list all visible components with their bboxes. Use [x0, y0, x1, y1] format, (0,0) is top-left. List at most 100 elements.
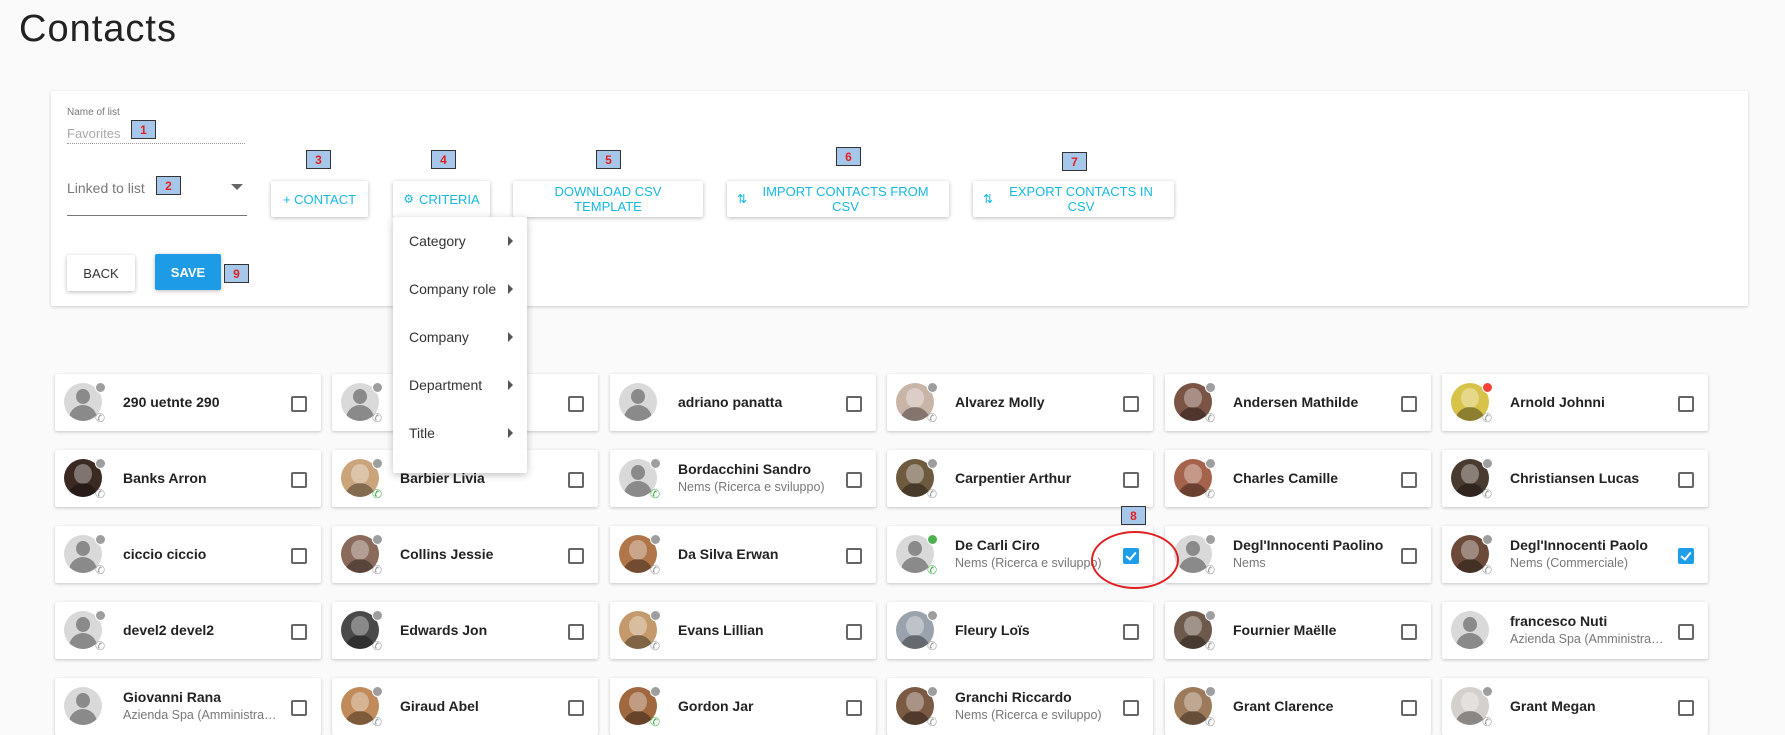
- contact-avatar: [619, 383, 657, 421]
- criteria-menu-item[interactable]: Title: [393, 409, 527, 457]
- contact-name: Grant Clarence: [1233, 698, 1334, 714]
- contact-select-checkbox[interactable]: [568, 548, 584, 564]
- contact-select-checkbox[interactable]: [291, 624, 307, 640]
- contact-avatar: [1451, 611, 1489, 649]
- contact-card[interactable]: ✆ Grant Megan: [1442, 678, 1708, 735]
- contact-card[interactable]: ✆ Evans Lillian: [610, 602, 876, 659]
- contact-card[interactable]: ✆ Charles Camille: [1165, 450, 1431, 507]
- contact-name: Carpentier Arthur: [955, 470, 1072, 486]
- contact-select-checkbox[interactable]: [846, 700, 862, 716]
- criteria-menu-item[interactable]: Company role: [393, 265, 527, 313]
- contact-card[interactable]: ✆ Fournier Maëlle: [1165, 602, 1431, 659]
- contact-card[interactable]: Giovanni Rana Azienda Spa (Amministrazion…: [55, 678, 321, 735]
- contact-select-checkbox[interactable]: [1401, 700, 1417, 716]
- contact-select-checkbox[interactable]: [1123, 624, 1139, 640]
- contact-select-checkbox[interactable]: [1678, 396, 1694, 412]
- contact-select-checkbox[interactable]: [568, 396, 584, 412]
- annotation-highlight-circle: [1091, 531, 1179, 589]
- save-button[interactable]: SAVE: [155, 254, 221, 290]
- contact-card[interactable]: ✆ Gordon Jar: [610, 678, 876, 735]
- import-contacts-button[interactable]: ⇅ IMPORT CONTACTS FROM CSV: [727, 181, 949, 217]
- contact-card[interactable]: ✆ Banks Arron: [55, 450, 321, 507]
- contact-select-checkbox[interactable]: [568, 624, 584, 640]
- export-contacts-button[interactable]: ⇅ EXPORT CONTACTS IN CSV: [973, 181, 1174, 217]
- contact-card[interactable]: ✆ Giraud Abel: [332, 678, 598, 735]
- contact-select-checkbox[interactable]: [846, 548, 862, 564]
- contact-name: Giraud Abel: [400, 698, 479, 714]
- contact-card[interactable]: ✆ Arnold Johnni: [1442, 374, 1708, 431]
- contact-card[interactable]: ✆ Christiansen Lucas: [1442, 450, 1708, 507]
- phone-icon: ✆: [1205, 487, 1216, 501]
- phone-icon: ✆: [650, 487, 661, 501]
- phone-icon: ✆: [650, 563, 661, 577]
- contact-name: Fournier Maëlle: [1233, 622, 1337, 638]
- contact-select-checkbox[interactable]: [1401, 472, 1417, 488]
- annotation-badge-8: 8: [1121, 506, 1146, 525]
- contact-select-checkbox[interactable]: [846, 624, 862, 640]
- contact-name: Alvarez Molly: [955, 394, 1045, 410]
- criteria-button[interactable]: ⚙ CRITERIA: [393, 181, 490, 217]
- contact-select-checkbox[interactable]: [291, 700, 307, 716]
- presence-status-dot: [372, 686, 383, 697]
- criteria-label: CRITERIA: [419, 191, 480, 207]
- contact-card[interactable]: ✆ Granchi Riccardo Nems (Ricerca e svilupp…: [887, 678, 1153, 735]
- contact-card[interactable]: ✆ Degl'Innocenti Paolo Nems (Commerciale): [1442, 526, 1708, 583]
- presence-status-dot: [1482, 458, 1493, 469]
- presence-status-dot: [927, 686, 938, 697]
- contact-card[interactable]: francesco Nuti Azienda Spa (Amministrazio…: [1442, 602, 1708, 659]
- presence-status-dot: [1205, 686, 1216, 697]
- contact-select-checkbox[interactable]: [1678, 548, 1694, 564]
- contact-select-checkbox[interactable]: [1123, 472, 1139, 488]
- contact-card[interactable]: ✆ Bordacchini Sandro Nems (Ricerca e svilu…: [610, 450, 876, 507]
- contact-name: Grant Megan: [1510, 698, 1596, 714]
- contact-select-checkbox[interactable]: [1678, 700, 1694, 716]
- contact-card[interactable]: ✆ 290 uetnte 290: [55, 374, 321, 431]
- presence-status-dot: [927, 458, 938, 469]
- contact-card[interactable]: ✆ Collins Jessie: [332, 526, 598, 583]
- contact-card[interactable]: ✆ Da Silva Erwan: [610, 526, 876, 583]
- criteria-menu-item[interactable]: Category: [393, 217, 527, 265]
- contact-card[interactable]: ✆ Degl'Innocenti Paolino Nems: [1165, 526, 1431, 583]
- criteria-menu-item[interactable]: Company: [393, 313, 527, 361]
- contact-card[interactable]: ✆ devel2 devel2: [55, 602, 321, 659]
- contact-card[interactable]: adriano panatta: [610, 374, 876, 431]
- criteria-menu-item[interactable]: Department: [393, 361, 527, 409]
- contact-select-checkbox[interactable]: [1678, 472, 1694, 488]
- add-contact-button[interactable]: + CONTACT: [271, 181, 368, 217]
- name-of-list-input[interactable]: [67, 120, 245, 144]
- download-csv-template-button[interactable]: DOWNLOAD CSV TEMPLATE: [513, 181, 703, 217]
- contact-select-checkbox[interactable]: [291, 472, 307, 488]
- annotation-badge-1: 1: [131, 120, 156, 139]
- contact-select-checkbox[interactable]: [1401, 396, 1417, 412]
- caret-right-icon: [508, 380, 513, 390]
- export-contacts-label: EXPORT CONTACTS IN CSV: [1009, 184, 1153, 214]
- presence-status-dot: [1482, 534, 1493, 545]
- chevron-down-icon: [231, 184, 243, 190]
- presence-status-dot: [650, 686, 661, 697]
- contact-card[interactable]: ✆ Edwards Jon: [332, 602, 598, 659]
- presence-status-dot: [95, 534, 106, 545]
- contact-card[interactable]: ✆ Carpentier Arthur: [887, 450, 1153, 507]
- back-button[interactable]: BACK: [67, 255, 135, 291]
- contact-select-checkbox[interactable]: [568, 700, 584, 716]
- contact-card[interactable]: ✆ Alvarez Molly: [887, 374, 1153, 431]
- contact-select-checkbox[interactable]: [1401, 624, 1417, 640]
- contact-select-checkbox[interactable]: [846, 472, 862, 488]
- contact-name: De Carli Ciro: [955, 537, 1040, 553]
- presence-status-dot: [1205, 382, 1216, 393]
- contact-select-checkbox[interactable]: [1678, 624, 1694, 640]
- annotation-badge-3: 3: [306, 150, 331, 169]
- contact-select-checkbox[interactable]: [1123, 700, 1139, 716]
- contact-select-checkbox[interactable]: [291, 396, 307, 412]
- contact-card[interactable]: ✆ ciccio ciccio: [55, 526, 321, 583]
- contact-select-checkbox[interactable]: [568, 472, 584, 488]
- contact-card[interactable]: ✆ Grant Clarence: [1165, 678, 1431, 735]
- contact-select-checkbox[interactable]: [291, 548, 307, 564]
- contact-select-checkbox[interactable]: [1401, 548, 1417, 564]
- contact-name: ciccio ciccio: [123, 546, 207, 562]
- contact-card[interactable]: ✆ Fleury Loïs: [887, 602, 1153, 659]
- contact-select-checkbox[interactable]: [846, 396, 862, 412]
- contact-select-checkbox[interactable]: [1123, 396, 1139, 412]
- contact-card[interactable]: ✆ Andersen Mathilde: [1165, 374, 1431, 431]
- annotation-badge-6: 6: [836, 147, 861, 166]
